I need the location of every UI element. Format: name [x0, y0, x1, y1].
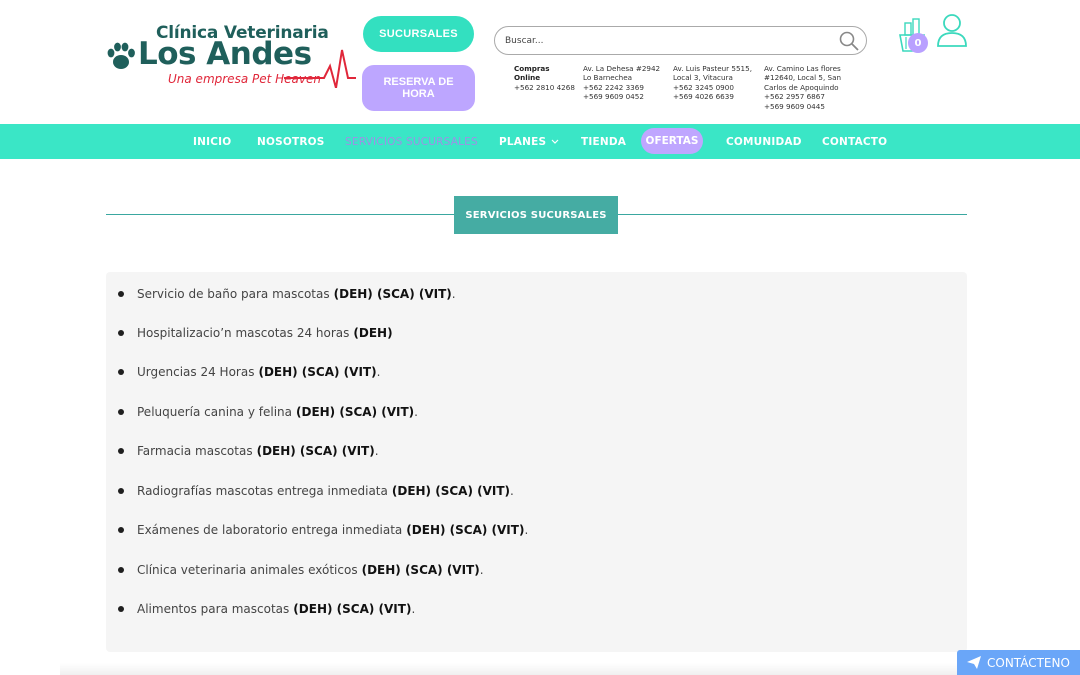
- paper-plane-icon: [967, 656, 981, 669]
- contact-phone[interactable]: +569 9609 0445: [764, 102, 841, 111]
- contact-vitacura: Av. Luis Pasteur 5515, Local 3, Vitacura…: [673, 64, 752, 102]
- bullet: [118, 448, 124, 454]
- contact-floating-button[interactable]: CONTÁCTENO: [957, 650, 1080, 675]
- list-item: Urgencias 24 Horas (DEH) (SCA) (VIT) .: [118, 363, 380, 381]
- list-item: Servicio de baño para mascotas (DEH) (SC…: [118, 285, 456, 303]
- service-suffix: .: [479, 563, 484, 577]
- service-suffix: .: [510, 484, 514, 498]
- list-item: Alimentos para mascotas (DEH) (SCA) (VIT…: [118, 600, 415, 618]
- bullet: [118, 409, 124, 415]
- list-item: Hospitalizacio’n mascotas 24 horas (DEH): [118, 324, 393, 342]
- user-account-icon[interactable]: [936, 13, 968, 47]
- services-list: Servicio de baño para mascotas (DEH) (SC…: [106, 272, 967, 652]
- contact-la-dehesa: Av. La Dehesa #2942 Lo Barnechea +562 22…: [583, 64, 660, 102]
- list-item: Exámenes de laboratorio entrega inmediat…: [118, 521, 528, 539]
- service-branches: (DEH): [353, 326, 393, 340]
- bullet: [118, 330, 124, 336]
- service-branches: (DEH) (SCA) (VIT): [361, 563, 480, 577]
- chevron-down-icon: [551, 139, 559, 144]
- nav-item-comunidad[interactable]: COMUNIDAD: [726, 124, 802, 159]
- contact-online-line: Online: [514, 73, 541, 83]
- service-name: Clínica veterinaria animales exóticos: [137, 563, 358, 577]
- nav-item-nosotros[interactable]: NOSOTROS: [257, 124, 325, 159]
- paw-icon: [107, 42, 135, 69]
- bullet: [118, 527, 124, 533]
- sucursales-button[interactable]: SUCURSALES: [363, 16, 474, 52]
- service-suffix: .: [376, 365, 381, 379]
- service-suffix: .: [411, 602, 416, 616]
- service-suffix: .: [414, 405, 418, 419]
- service-branches: (DEH) (SCA) (VIT): [296, 405, 415, 419]
- contact-online-phone: +562 2810 4268: [514, 82, 575, 92]
- cart-count-badge: 0: [908, 33, 928, 53]
- contact-line: Lo Barnechea: [583, 73, 633, 83]
- nav-item-planes-label: PLANES: [499, 135, 547, 148]
- contact-phone[interactable]: +562 3245 0900: [673, 83, 752, 92]
- contact-phone[interactable]: +569 9609 0452: [583, 92, 660, 101]
- service-name: Peluquería canina y felina: [137, 405, 292, 419]
- service-branches: (DEH) (SCA) (VIT): [258, 365, 377, 379]
- service-branches: (DEH) (SCA) (VIT): [333, 287, 452, 301]
- list-item: Peluquería canina y felina (DEH) (SCA) (…: [118, 403, 418, 421]
- contact-phone[interactable]: +562 2242 3369: [583, 83, 660, 92]
- bullet: [118, 369, 124, 375]
- service-name: Hospitalizacio’n mascotas 24 horas: [137, 326, 350, 340]
- contact-phone[interactable]: +562 2957 6867: [764, 92, 841, 101]
- service-name: Urgencias 24 Horas: [137, 365, 255, 379]
- service-suffix: .: [451, 287, 456, 301]
- section-divider-left: [106, 214, 454, 215]
- contact-line: Av. Luis Pasteur 5515,: [673, 64, 752, 73]
- contact-line: Av. La Dehesa #2942: [583, 64, 661, 73]
- search-input[interactable]: [505, 32, 825, 50]
- main-navigation: INICIO NOSOTROS SERVICIOS SUCURSALES PLA…: [0, 124, 1080, 159]
- nav-item-ofertas[interactable]: OFERTAS: [641, 128, 703, 154]
- bullet: [118, 291, 124, 297]
- service-name: Radiografías mascotas entrega inmediata: [137, 484, 388, 498]
- service-branches: (DEH) (SCA) (VIT): [256, 444, 375, 458]
- clinic-logo[interactable]: Clínica Veterinaria Los Andes Una empres…: [104, 20, 356, 98]
- service-branches: (DEH) (SCA) (VIT): [406, 523, 525, 537]
- nav-item-contacto[interactable]: CONTACTO: [822, 124, 887, 159]
- footer-shadow: [60, 663, 960, 675]
- search-bar: [494, 26, 867, 55]
- bullet: [118, 488, 124, 494]
- section-divider-right: [618, 214, 967, 215]
- contact-line: Av. Camino Las flores: [764, 64, 841, 73]
- nav-item-tienda[interactable]: TIENDA: [581, 124, 626, 159]
- bullet: [118, 567, 124, 573]
- contact-line: Local 3, Vitacura: [673, 73, 733, 83]
- service-branches: (DEH) (SCA) (VIT): [391, 484, 511, 498]
- service-suffix: .: [374, 444, 379, 458]
- service-suffix: .: [524, 523, 529, 537]
- contact-san-carlos: Av. Camino Las flores #12640, Local 5, S…: [764, 64, 841, 111]
- section-title: SERVICIOS SUCURSALES: [454, 196, 618, 234]
- reserva-hora-button[interactable]: RESERVA DE HORA: [362, 65, 475, 111]
- contact-phone[interactable]: +569 4026 6639: [673, 92, 752, 101]
- contact-line: Carlos de Apoquindo: [764, 82, 839, 92]
- service-name: Exámenes de laboratorio entrega inmediat…: [137, 523, 403, 537]
- contact-floating-label: CONTÁCTENO: [987, 655, 1070, 670]
- list-item: Clínica veterinaria animales exóticos (D…: [118, 561, 484, 579]
- nav-item-inicio[interactable]: INICIO: [193, 124, 231, 159]
- contact-line: #12640, Local 5, San: [764, 73, 842, 83]
- nav-item-servicios-sucursales[interactable]: SERVICIOS SUCURSALES: [345, 124, 478, 159]
- service-name: Alimentos para mascotas: [137, 602, 290, 616]
- list-item: Farmacia mascotas (DEH) (SCA) (VIT) .: [118, 442, 379, 460]
- service-branches: (DEH) (SCA) (VIT): [293, 602, 412, 616]
- service-name: Servicio de baño para mascotas: [137, 287, 330, 301]
- search-icon[interactable]: [838, 30, 860, 52]
- contact-online: Compras Online +562 2810 4268: [514, 64, 575, 92]
- bullet: [118, 606, 124, 612]
- heartbeat-icon: [284, 49, 356, 88]
- contact-online-line: Compras: [514, 64, 550, 73]
- list-item: Radiografías mascotas entrega inmediata …: [118, 482, 514, 500]
- service-name: Farmacia mascotas: [137, 444, 253, 458]
- nav-item-planes[interactable]: PLANES: [499, 124, 559, 159]
